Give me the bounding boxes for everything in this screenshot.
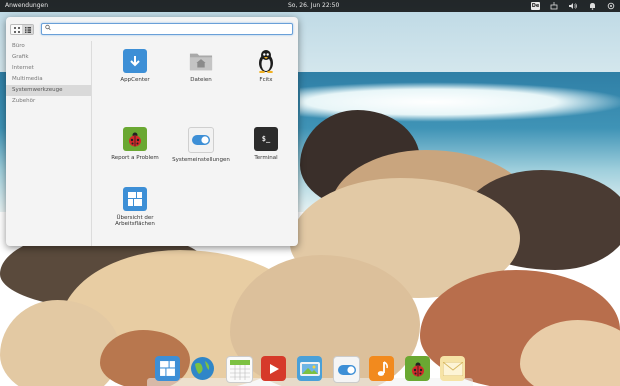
dock-photos[interactable] (297, 356, 322, 381)
ladybug-icon (411, 362, 424, 376)
power-icon[interactable] (606, 1, 616, 11)
applications-launcher: Büro Grafik Internet Multimedia Systemwe… (6, 17, 298, 246)
app-uebersicht-der-arbeitsflaechen[interactable]: Übersicht der Arbeitsflächen (104, 187, 166, 227)
workspaces-icon (160, 361, 175, 376)
music-note-icon (377, 360, 388, 376)
workspaces-icon (123, 187, 147, 211)
view-mode-switcher (10, 24, 34, 35)
app-label: Fcitx (259, 77, 273, 83)
category-item-multimedia[interactable]: Multimedia (6, 74, 91, 85)
app-terminal[interactable]: $_ Terminal (235, 127, 297, 161)
search-input[interactable] (53, 24, 283, 34)
video-play-icon (269, 363, 279, 374)
app-label: Dateien (190, 77, 212, 83)
app-label: AppCenter (120, 77, 150, 83)
app-report-a-problem[interactable]: Report a Problem (104, 127, 166, 161)
category-item-buero[interactable]: Büro (6, 41, 91, 52)
dock-calendar[interactable] (226, 356, 253, 383)
download-arrow-icon (123, 49, 147, 73)
app-label: Report a Problem (111, 155, 159, 161)
clock[interactable]: So, 26. Jun 22:50 (288, 2, 339, 9)
category-view-icon[interactable] (22, 25, 33, 34)
camera-photo-icon (299, 361, 320, 376)
search-icon (45, 24, 51, 33)
app-label: Übersicht der Arbeitsflächen (115, 215, 155, 227)
terminal-icon: $_ (254, 127, 278, 151)
app-grid: AppCenter Dateien Fcitx Report a Problem… (92, 41, 298, 246)
search-field (41, 23, 293, 35)
bell-icon[interactable] (587, 1, 597, 11)
dock-music[interactable] (369, 356, 394, 381)
toggle-switch-icon (337, 364, 356, 375)
system-tray: De (531, 1, 616, 11)
app-dateien[interactable]: Dateien (170, 49, 232, 83)
category-item-systemwerkzeuge[interactable]: Systemwerkzeuge (6, 85, 91, 96)
app-appcenter[interactable]: AppCenter (104, 49, 166, 83)
toggle-switch-icon (188, 127, 214, 153)
penguin-icon (254, 49, 278, 73)
volume-icon[interactable] (568, 1, 578, 11)
dock-multitasking-view[interactable] (155, 356, 180, 381)
category-item-grafik[interactable]: Grafik (6, 52, 91, 63)
app-label: Terminal (254, 155, 278, 161)
calendar-icon (229, 359, 250, 380)
dock-videos[interactable] (261, 356, 286, 381)
grid-view-icon[interactable] (11, 25, 22, 34)
keyboard-layout-indicator[interactable]: De (531, 2, 540, 10)
app-systemeinstellungen[interactable]: Systemeinstellungen (170, 127, 232, 163)
category-item-zubehoer[interactable]: Zubehör (6, 96, 91, 107)
app-fcitx[interactable]: Fcitx (235, 49, 297, 83)
home-folder-icon (189, 49, 213, 73)
top-panel: Anwendungen So, 26. Jun 22:50 De (0, 0, 620, 12)
dock (147, 352, 473, 386)
dock-system-settings[interactable] (333, 356, 360, 383)
network-icon[interactable] (549, 1, 559, 11)
dock-mail[interactable] (440, 356, 465, 381)
app-label: Systemeinstellungen (172, 157, 230, 163)
launcher-header (6, 17, 298, 39)
dock-web-browser[interactable] (190, 356, 215, 381)
category-sidebar: Büro Grafik Internet Multimedia Systemwe… (6, 41, 92, 246)
envelope-icon (442, 361, 463, 376)
applications-menu-button[interactable]: Anwendungen (5, 2, 48, 9)
ladybug-icon (123, 127, 147, 151)
category-item-internet[interactable]: Internet (6, 63, 91, 74)
dock-report-problem[interactable] (405, 356, 430, 381)
globe-icon (191, 357, 214, 380)
